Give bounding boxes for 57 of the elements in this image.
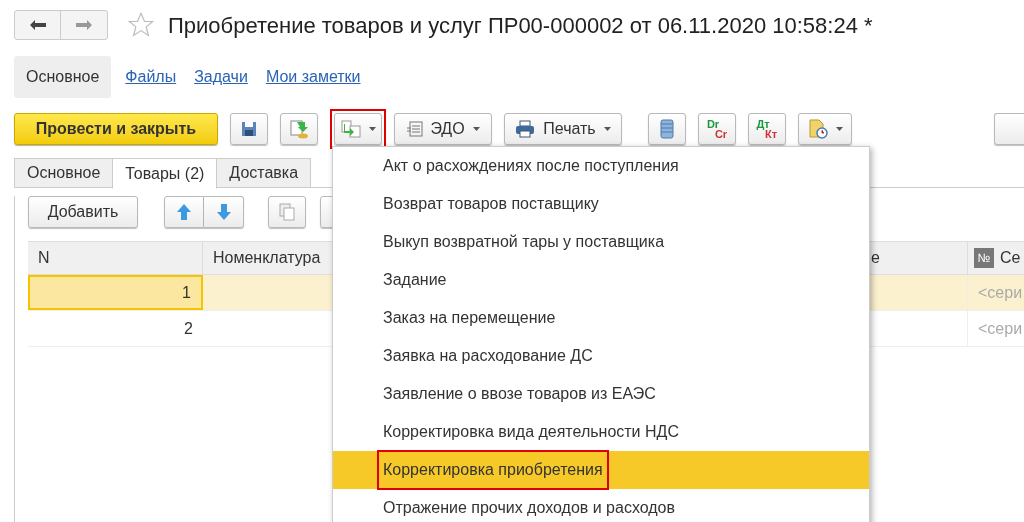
column-header: Се bbox=[1000, 248, 1021, 268]
caret-icon bbox=[472, 127, 480, 131]
menu-item[interactable]: Отражение прочих доходов и расходов bbox=[333, 489, 869, 522]
dr-cr-button[interactable]: Dr Cr bbox=[698, 113, 736, 145]
cr-label: Cr bbox=[714, 129, 728, 139]
kt-label: Кт bbox=[764, 129, 778, 139]
caret-icon bbox=[603, 127, 611, 131]
table-cell-text: <сери bbox=[977, 318, 1023, 339]
menu-item[interactable]: Заявка на расходование ДС bbox=[333, 337, 869, 375]
post-button[interactable] bbox=[280, 113, 318, 145]
move-down-button[interactable] bbox=[204, 196, 244, 228]
table-cell-text: <сери bbox=[977, 282, 1023, 303]
form-tab[interactable]: Доставка bbox=[216, 158, 312, 188]
menu-item[interactable]: Заказ на перемещение bbox=[333, 299, 869, 337]
save-button[interactable] bbox=[230, 113, 268, 145]
toolbar-button[interactable] bbox=[994, 113, 1024, 145]
nav-tab[interactable]: Задачи bbox=[190, 56, 252, 98]
menu-item[interactable]: Корректировка приобретения bbox=[333, 451, 869, 489]
right-arrow-icon bbox=[76, 20, 92, 30]
document-clock-icon bbox=[807, 119, 828, 139]
up-arrow-icon bbox=[177, 204, 191, 220]
add-button[interactable]: Добавить bbox=[28, 196, 138, 228]
menu-item[interactable]: Корректировка вида деятельности НДС bbox=[333, 413, 869, 451]
table-cell: 1 bbox=[28, 275, 203, 310]
menu-item[interactable]: Возврат товаров поставщику bbox=[333, 185, 869, 223]
form-tab[interactable]: Товары (2) bbox=[112, 158, 218, 189]
menu-item[interactable]: Заявление о ввозе товаров из ЕАЭС bbox=[333, 375, 869, 413]
printer-icon bbox=[515, 120, 536, 138]
print-button[interactable]: Печать bbox=[504, 113, 622, 145]
table-cell-text: 2 bbox=[183, 318, 194, 339]
document-coins-icon bbox=[289, 119, 309, 139]
stack-icon bbox=[660, 119, 674, 139]
form-tab[interactable]: Основное bbox=[14, 158, 114, 188]
column-header: N bbox=[28, 242, 203, 274]
report-button[interactable] bbox=[798, 113, 852, 145]
post-and-close-button[interactable]: Провести и закрыть bbox=[14, 113, 218, 145]
star-icon[interactable] bbox=[126, 11, 156, 39]
nav-tab[interactable]: Основное bbox=[14, 56, 112, 98]
dr-label: Dr bbox=[706, 119, 720, 129]
edo-button[interactable]: ЭДО bbox=[394, 113, 492, 145]
menu-item[interactable]: Акт о расхождениях после поступления bbox=[333, 147, 869, 185]
down-arrow-icon bbox=[216, 204, 231, 220]
exchange-document-icon bbox=[406, 121, 425, 137]
nav-tab[interactable]: Файлы bbox=[121, 56, 181, 98]
left-arrow-icon bbox=[29, 20, 46, 30]
caret-icon bbox=[368, 127, 376, 131]
copy-icon bbox=[279, 203, 295, 221]
caret-icon bbox=[835, 127, 843, 131]
dt-kt-button[interactable]: Дт Кт bbox=[748, 113, 786, 145]
copy-button[interactable] bbox=[268, 196, 306, 228]
dt-label: Дт bbox=[756, 119, 770, 129]
documents-arrow-icon bbox=[340, 120, 361, 138]
nav-tab[interactable]: Мои заметки bbox=[261, 56, 365, 98]
list-button[interactable] bbox=[648, 113, 686, 145]
window-title: Приобретение товаров и услуг ПР00-000002 от 06.11.2020 10:58:24 * bbox=[168, 11, 873, 40]
number-sign-icon: № bbox=[974, 248, 994, 268]
move-up-button[interactable] bbox=[164, 196, 204, 228]
